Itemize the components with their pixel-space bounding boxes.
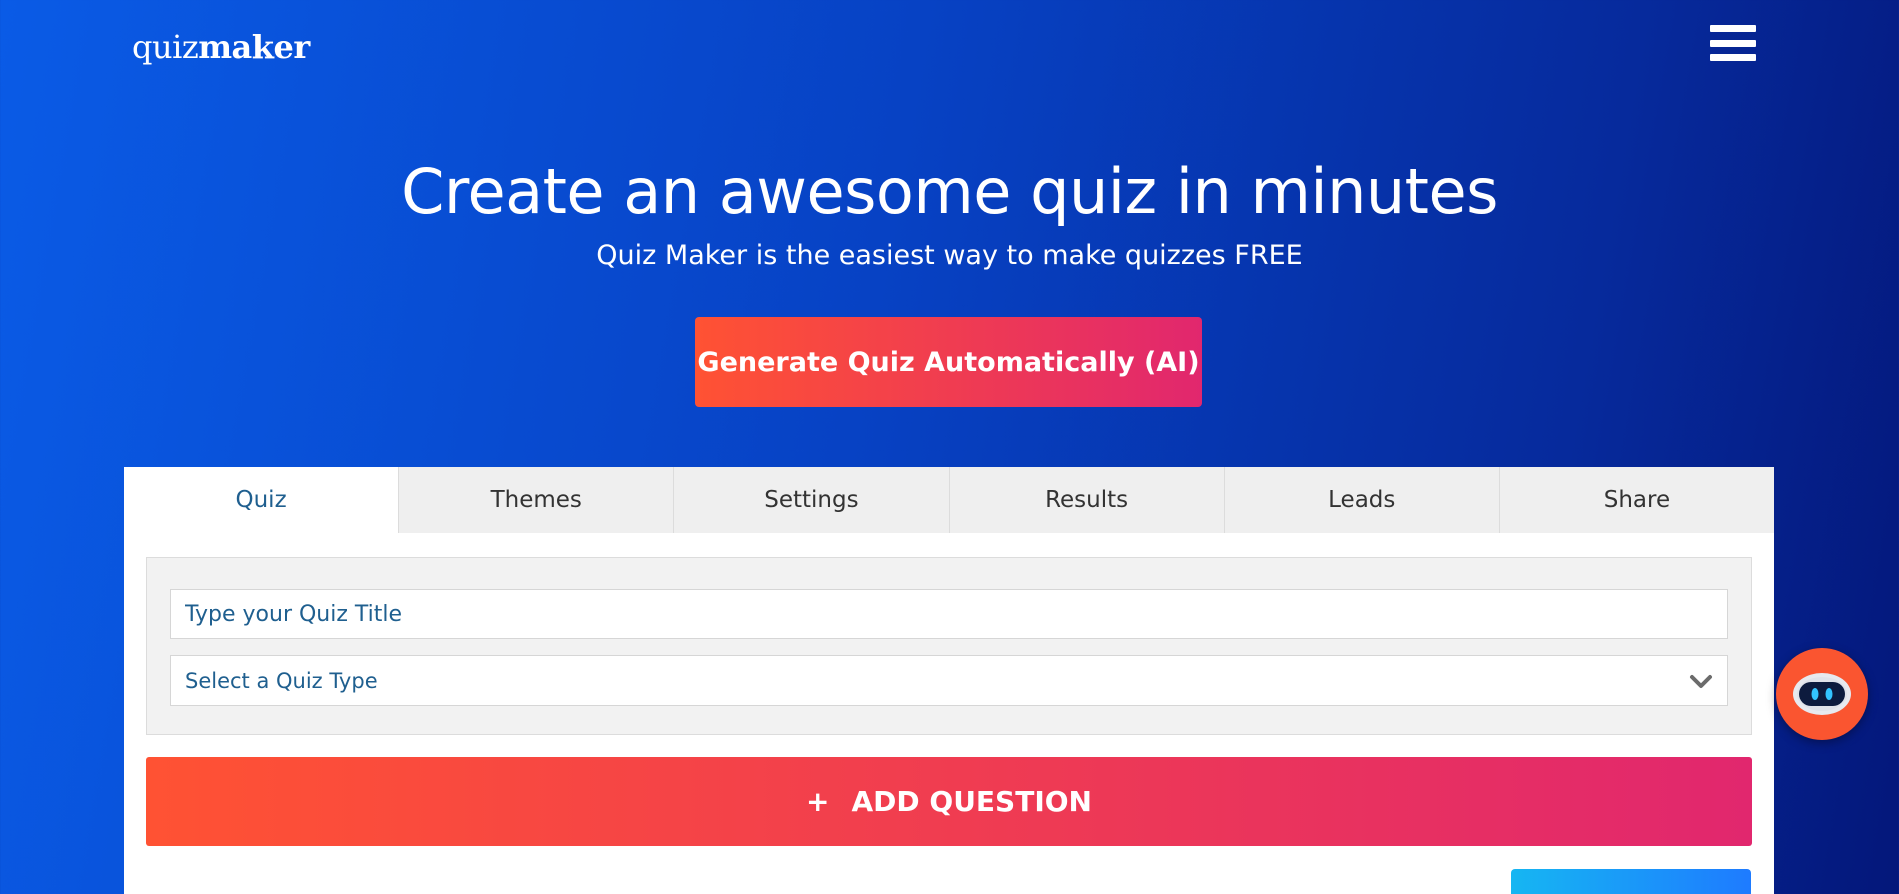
quiz-title-input[interactable] [170,589,1728,639]
chevron-down-icon [1690,674,1712,688]
tab-results[interactable]: Results [948,467,1224,533]
hero-subtitle: Quiz Maker is the easiest way to make qu… [596,240,1303,271]
preview-button[interactable]: Preview [1511,869,1751,894]
menu-bar [1710,39,1756,47]
menu-bar [1710,54,1756,61]
add-question-label: ADD QUESTION [851,785,1092,818]
quiz-type-selected-value: Select a Quiz Type [185,668,378,693]
robot-face-icon [1793,673,1851,715]
quiz-type-select[interactable]: Select a Quiz Type [170,655,1728,706]
generate-quiz-ai-button[interactable]: Generate Quiz Automatically (AI) [695,317,1202,407]
add-question-button[interactable]: + ADD QUESTION [146,757,1752,846]
logo-text-quiz: quiz [132,28,199,66]
robot-chat-icon[interactable] [1776,648,1868,740]
tab-settings[interactable]: Settings [673,467,949,533]
tab-quiz[interactable]: Quiz [124,467,399,533]
hamburger-menu-icon[interactable] [1710,25,1756,61]
tab-themes[interactable]: Themes [398,467,674,533]
quiz-editor-panel: Quiz Themes Settings Results Leads Share… [124,467,1775,894]
editor-tabs: Quiz Themes Settings Results Leads Share [124,467,1775,533]
logo-text-maker: maker [198,28,310,66]
plus-icon: + [806,785,830,818]
tab-leads[interactable]: Leads [1223,467,1499,533]
tab-share[interactable]: Share [1498,467,1775,533]
hero-title: Create an awesome quiz in minutes [401,155,1498,228]
quizmaker-logo[interactable]: quizmaker [132,28,310,66]
menu-bar [1710,25,1756,32]
quiz-form-box: Select a Quiz Type [146,557,1752,735]
